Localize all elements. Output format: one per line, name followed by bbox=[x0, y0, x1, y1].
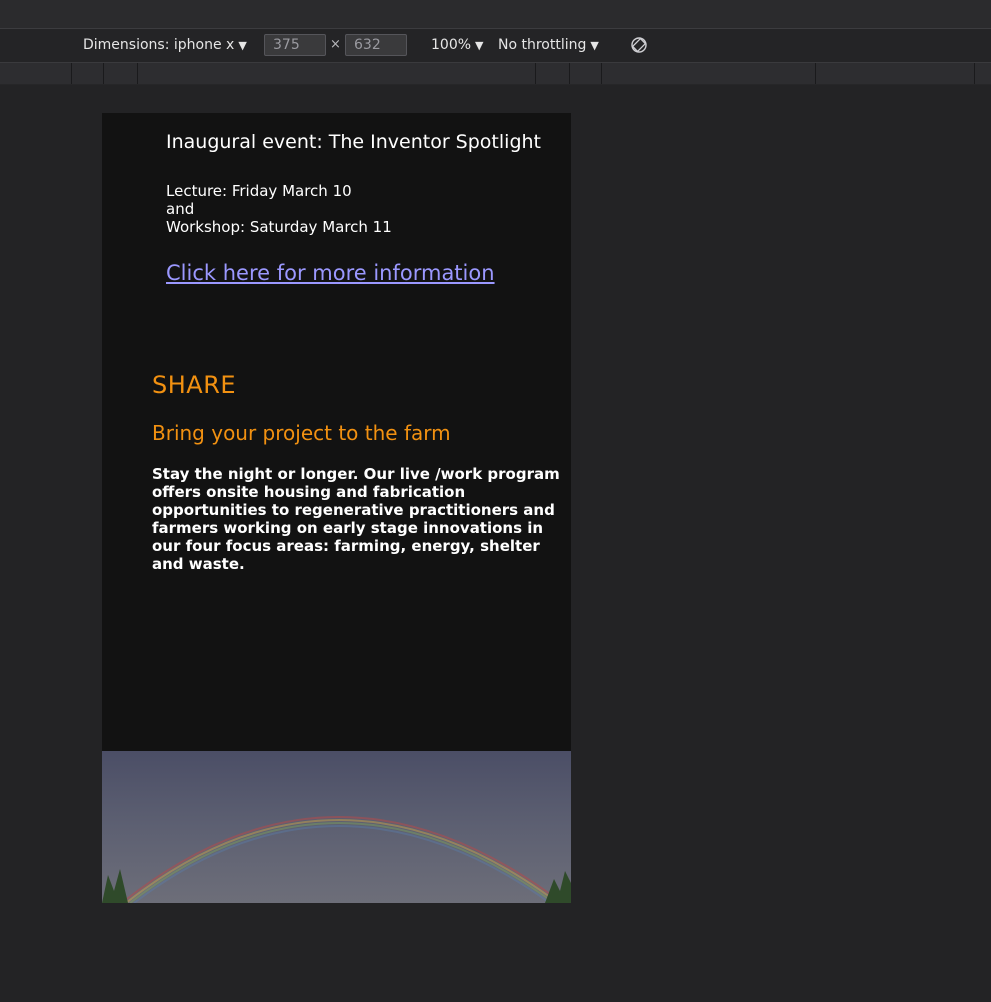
event-dates: Lecture: Friday March 10 and Workshop: S… bbox=[166, 182, 392, 236]
event-lecture-line: Lecture: Friday March 10 bbox=[166, 182, 352, 200]
device-toolbar: Dimensions: iphone x▼ × 100%▼ No throttl… bbox=[0, 29, 991, 63]
emulated-page: Inaugural event: The Inventor Spotlight … bbox=[102, 113, 571, 903]
more-info-link[interactable]: Click here for more information bbox=[166, 261, 495, 285]
media-query-ruler[interactable] bbox=[0, 63, 991, 85]
dimensions-dropdown[interactable]: Dimensions: iphone x ▼ bbox=[83, 37, 247, 53]
ruler-divider bbox=[601, 63, 602, 84]
ruler-divider bbox=[137, 63, 138, 84]
chevron-down-icon: ▼ bbox=[590, 39, 599, 52]
times-separator: × bbox=[330, 37, 341, 52]
ruler-divider bbox=[974, 63, 975, 84]
rainbow-illustration bbox=[102, 816, 571, 903]
rotate-icon[interactable] bbox=[630, 36, 648, 54]
ruler-divider bbox=[815, 63, 816, 84]
ruler-divider bbox=[569, 63, 570, 84]
share-subheading: Bring your project to the farm bbox=[152, 421, 451, 445]
zoom-label: 100% bbox=[431, 37, 472, 53]
event-workshop-line: Workshop: Saturday March 11 bbox=[166, 218, 392, 236]
chevron-down-icon: ▼ bbox=[238, 39, 247, 52]
share-description: Stay the night or longer. Our live /work… bbox=[152, 465, 560, 573]
ruler-divider bbox=[535, 63, 536, 84]
height-input[interactable] bbox=[345, 34, 407, 56]
ruler-divider bbox=[103, 63, 104, 84]
dimensions-label: Dimensions: iphone x bbox=[83, 37, 235, 53]
width-input[interactable] bbox=[264, 34, 326, 56]
chevron-down-icon: ▼ bbox=[475, 39, 484, 52]
zoom-dropdown[interactable]: 100% ▼ bbox=[431, 37, 484, 53]
share-heading: SHARE bbox=[152, 371, 237, 399]
event-and-line: and bbox=[166, 200, 195, 218]
ruler-divider bbox=[71, 63, 72, 84]
rainbow-photo bbox=[102, 751, 571, 903]
throttling-label: No throttling bbox=[498, 37, 587, 53]
throttling-dropdown[interactable]: No throttling ▼ bbox=[498, 37, 599, 53]
event-title: Inaugural event: The Inventor Spotlight bbox=[166, 131, 541, 153]
devtools-top-bar bbox=[0, 0, 991, 29]
